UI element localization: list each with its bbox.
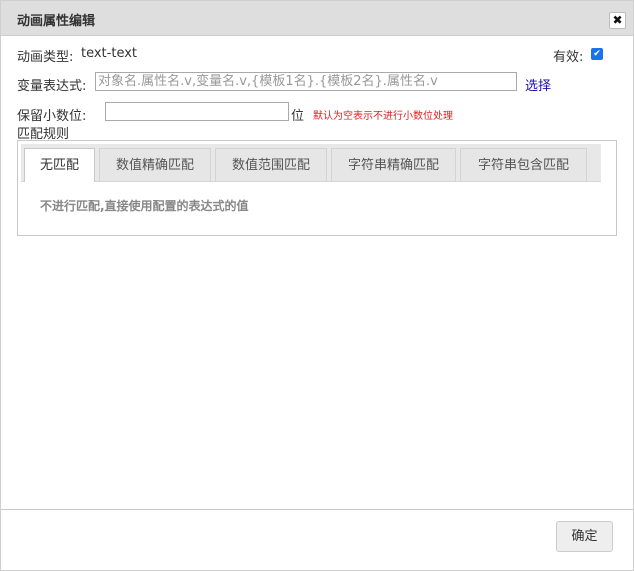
match-rules-panel: 无匹配 数值精确匹配 数值范围匹配 字符串精确匹配 字符串包含匹配 不进行匹配,… <box>17 140 617 236</box>
decimal-input[interactable] <box>105 102 289 121</box>
decimal-hint: 默认为空表示不进行小数位处理 <box>313 111 453 122</box>
select-link[interactable]: 选择 <box>525 75 551 94</box>
tab-content-text: 不进行匹配,直接使用配置的表达式的值 <box>40 199 249 213</box>
expr-label: 变量表达式: <box>17 79 87 94</box>
tab-string-exact[interactable]: 字符串精确匹配 <box>331 148 456 181</box>
tab-string-contains[interactable]: 字符串包含匹配 <box>460 148 587 181</box>
anim-type-value: text-text <box>81 46 138 61</box>
valid-label: 有效: <box>553 50 584 65</box>
close-icon[interactable]: ✖ <box>609 12 626 29</box>
tab-number-range[interactable]: 数值范围匹配 <box>215 148 327 181</box>
decimal-label: 保留小数位: <box>17 109 87 124</box>
animation-property-dialog: 动画属性编辑 ✖ 动画类型: text-text 有效: ✔ 变量表达式: 选择… <box>0 0 634 571</box>
valid-checkbox[interactable]: ✔ <box>591 48 603 60</box>
expr-input[interactable] <box>95 72 517 91</box>
dialog-titlebar: 动画属性编辑 ✖ <box>1 1 633 36</box>
footer-divider <box>1 509 633 510</box>
tab-strip: 无匹配 数值精确匹配 数值范围匹配 字符串精确匹配 字符串包含匹配 <box>21 144 601 182</box>
tab-no-match[interactable]: 无匹配 <box>24 148 95 182</box>
dialog-title: 动画属性编辑 <box>17 14 96 29</box>
anim-type-label: 动画类型: <box>17 50 74 65</box>
decimal-unit: 位 <box>291 109 305 124</box>
ok-button[interactable]: 确定 <box>556 521 613 552</box>
tab-number-exact[interactable]: 数值精确匹配 <box>99 148 211 181</box>
